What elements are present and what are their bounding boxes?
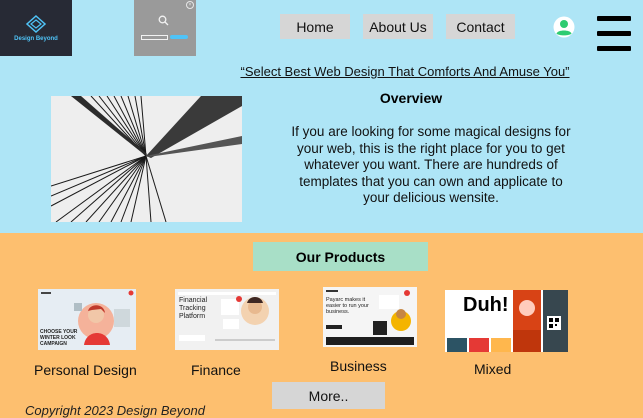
- close-icon[interactable]: ×: [186, 1, 194, 9]
- thumbnail-caption: Duh!: [463, 294, 509, 316]
- search-widget[interactable]: ×: [134, 0, 196, 56]
- product-thumbnail-mixed[interactable]: Duh!: [445, 290, 568, 352]
- nav-about-button[interactable]: About Us: [363, 14, 433, 39]
- overview-title: Overview: [379, 90, 443, 106]
- thumbnail-caption: Financial Tracking Platform: [179, 297, 208, 320]
- category-label-business[interactable]: Business: [330, 358, 387, 374]
- nav-contact-button[interactable]: Contact: [446, 14, 515, 39]
- overview-text: If you are looking for some magical desi…: [291, 124, 571, 206]
- thumbnail-caption: CHOOSE YOUR WINTER LOOK CAMPAIGN: [40, 329, 78, 347]
- product-thumbnail-finance[interactable]: Financial Tracking Platform: [175, 289, 279, 350]
- search-input[interactable]: [141, 35, 168, 40]
- nav-home-button[interactable]: Home: [280, 14, 350, 39]
- category-label-personal[interactable]: Personal Design: [34, 362, 137, 378]
- hero-image: [51, 96, 242, 222]
- product-thumbnail-business[interactable]: Payarc makes it easier to run your busin…: [323, 287, 417, 347]
- tagline-link[interactable]: “Select Best Web Design That Comforts An…: [200, 64, 610, 79]
- diamond-logo-icon: [25, 14, 47, 33]
- logo-text: Design Beyond: [14, 35, 58, 42]
- thumbnail-caption: Payarc makes it easier to run your busin…: [326, 297, 369, 315]
- product-thumbnail-personal[interactable]: CHOOSE YOUR WINTER LOOK CAMPAIGN: [38, 289, 136, 350]
- site-logo[interactable]: Design Beyond: [0, 0, 72, 56]
- category-label-mixed[interactable]: Mixed: [474, 361, 511, 377]
- search-icon[interactable]: [158, 15, 169, 26]
- search-button[interactable]: [170, 35, 188, 39]
- more-button[interactable]: More..: [272, 382, 385, 409]
- user-avatar-icon[interactable]: [553, 16, 575, 38]
- category-label-finance[interactable]: Finance: [191, 362, 241, 378]
- copyright-text: Copyright 2023 Design Beyond: [25, 403, 205, 418]
- hamburger-menu-icon[interactable]: [597, 16, 631, 52]
- products-title: Our Products: [253, 242, 428, 271]
